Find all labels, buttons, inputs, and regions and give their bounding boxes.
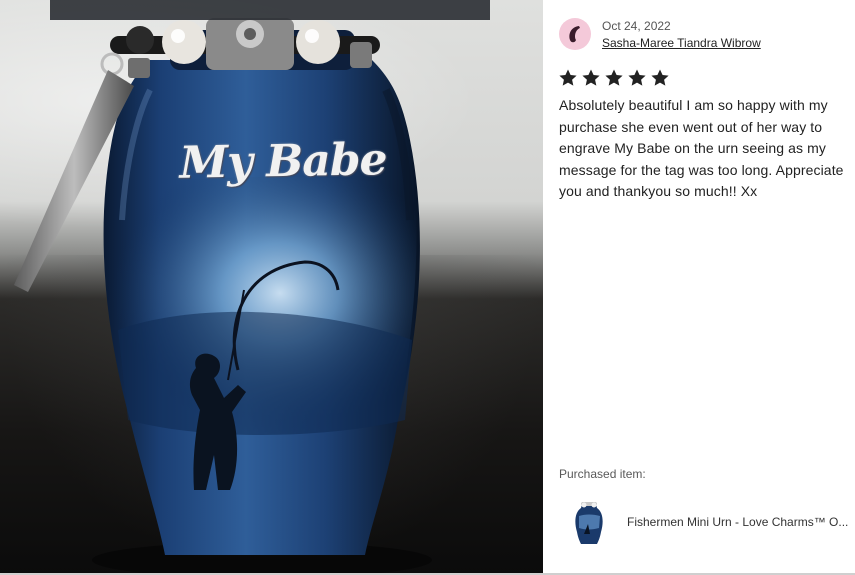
star-icon [559,69,577,86]
review-date: Oct 24, 2022 [602,19,671,33]
bead-bracelet [50,0,490,78]
star-icon [651,69,669,86]
reviewer-name-link[interactable]: Sasha-Maree Tiandra Wibrow [602,35,761,52]
star-rating [558,68,670,88]
purchased-item-label: Purchased item: [559,467,646,481]
urn-illustration [14,0,490,575]
review-photo[interactable]: My Babe [0,0,543,575]
purchased-item-link[interactable]: Fishermen Mini Urn - Love Charms™ O... [559,498,853,546]
star-icon [628,69,646,86]
purchased-item-title: Fishermen Mini Urn - Love Charms™ O... [627,515,849,529]
purchased-item-thumbnail [567,498,611,546]
avatar[interactable] [559,18,591,50]
star-icon [582,69,600,86]
review-text: Absolutely beautiful I am so happy with … [559,97,844,200]
urn-engraving-text: My Babe [179,134,387,189]
star-icon [605,69,623,86]
review-photo-viewer: My Babe Oct 24, 2022 Sasha-Maree Tiandra… [0,0,855,575]
review-header: Oct 24, 2022 Sasha-Maree Tiandra Wibrow [602,18,761,52]
